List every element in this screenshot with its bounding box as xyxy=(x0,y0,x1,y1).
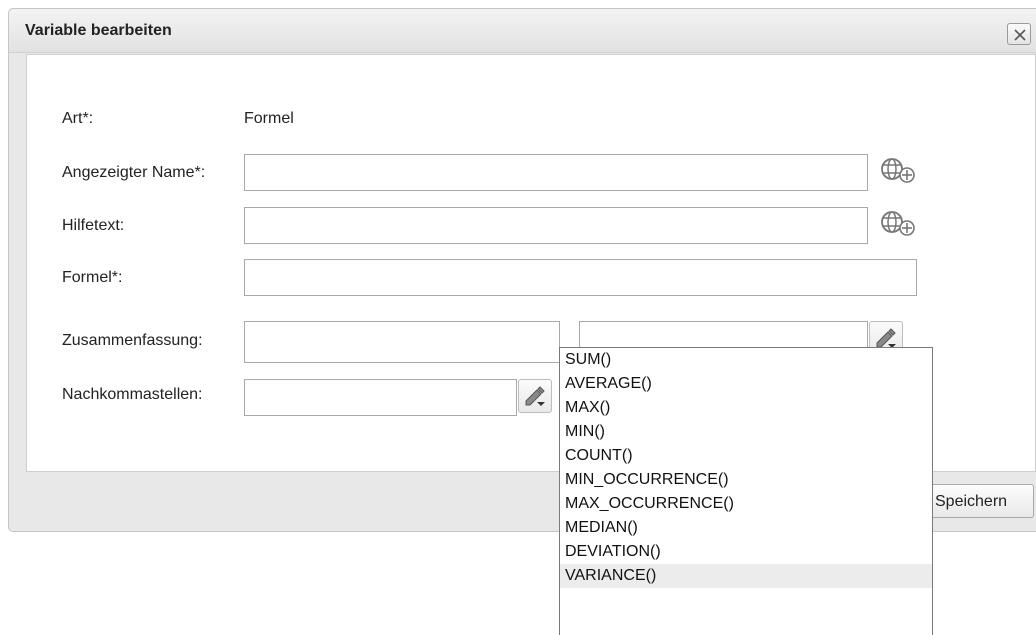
display-name-input[interactable] xyxy=(244,154,868,191)
dropdown-option[interactable]: MAX() xyxy=(560,396,932,420)
help-text-input[interactable] xyxy=(244,207,868,244)
summary-label: Zusammenfassung: xyxy=(62,332,203,349)
art-value: Formel xyxy=(244,110,294,127)
dropdown-option[interactable]: MAX_OCCURRENCE() xyxy=(560,492,932,516)
close-button[interactable] xyxy=(1007,23,1031,45)
dropdown-option[interactable]: MIN_OCCURRENCE() xyxy=(560,468,932,492)
dropdown-option[interactable]: MEDIAN() xyxy=(560,516,932,540)
art-label: Art*: xyxy=(62,110,94,127)
summary-input[interactable] xyxy=(244,321,560,363)
decimals-picker-button[interactable] xyxy=(518,379,552,413)
dropdown-option[interactable]: SUM() xyxy=(560,348,932,372)
dropdown-option[interactable]: AVERAGE() xyxy=(560,372,932,396)
dialog-title: Variable bearbeiten xyxy=(25,22,172,39)
dropdown-option[interactable]: DEVIATION() xyxy=(560,540,932,564)
decimals-input[interactable] xyxy=(244,379,517,416)
display-name-label: Angezeigter Name*: xyxy=(62,164,206,181)
globe-add-icon[interactable] xyxy=(878,156,922,186)
save-button[interactable]: Speichern xyxy=(924,484,1034,518)
dropdown-option[interactable]: COUNT() xyxy=(560,444,932,468)
help-text-label: Hilfetext: xyxy=(62,217,125,234)
formula-input[interactable] xyxy=(244,259,917,296)
formula-label: Formel*: xyxy=(62,269,123,286)
close-icon xyxy=(1014,29,1026,41)
globe-add-icon[interactable] xyxy=(878,209,922,239)
dialog-titlebar[interactable]: Variable bearbeiten xyxy=(9,9,1036,53)
dropdown-option-highlighted[interactable]: VARIANCE() xyxy=(560,564,932,588)
dropdown-option[interactable]: MIN() xyxy=(560,420,932,444)
summary-function-dropdown[interactable]: SUM() AVERAGE() MAX() MIN() COUNT() MIN_… xyxy=(559,347,933,635)
decimals-label: Nachkommastellen: xyxy=(62,386,203,403)
pencil-dropdown-icon xyxy=(525,386,545,406)
